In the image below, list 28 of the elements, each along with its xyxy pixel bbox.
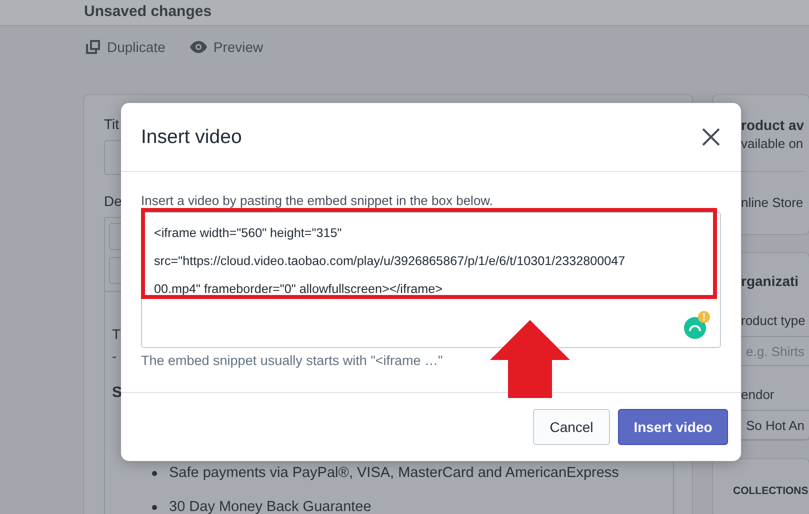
description-heading: S <box>111 383 122 403</box>
unsaved-title: Unsaved changes <box>84 3 212 21</box>
duplicate-icon <box>85 39 101 55</box>
modal-title: Insert video <box>141 126 242 148</box>
insert-video-button[interactable]: Insert video <box>618 409 728 445</box>
bullet-text: 30 Day Money Back Guarantee <box>169 500 372 514</box>
help-text: The embed snippet usually starts with "<iframe …" <box>141 352 444 370</box>
channel-name: nline Store <box>741 194 804 212</box>
preview-button[interactable]: Preview <box>190 37 264 57</box>
eye-icon <box>190 41 208 53</box>
description-label: De <box>104 192 122 210</box>
bullet-dot <box>152 471 157 476</box>
duplicate-button[interactable]: Duplicate <box>85 37 166 57</box>
description-text: - <box>111 347 117 366</box>
instructions-text: Insert a video by pasting the embed snippet in the box below. <box>141 192 494 210</box>
product-type-label: roduct type <box>741 312 806 330</box>
title-label: Tit <box>104 115 120 133</box>
bullet-dot <box>152 505 157 510</box>
close-button[interactable] <box>701 127 721 147</box>
vendor-label: endor <box>741 386 774 404</box>
cancel-button[interactable]: Cancel <box>533 409 610 445</box>
availability-title: roduct av <box>741 116 804 135</box>
availability-subtitle: vailable on <box>741 135 804 153</box>
description-text: T <box>111 325 121 344</box>
grammar-checker-icon <box>684 311 710 339</box>
collections-title: COLLECTIONS <box>733 485 808 497</box>
organization-title: rganizati <box>741 272 799 291</box>
bullet-text: Safe payments via PayPal®, VISA, MasterCard and AmericanExpress <box>169 464 619 483</box>
